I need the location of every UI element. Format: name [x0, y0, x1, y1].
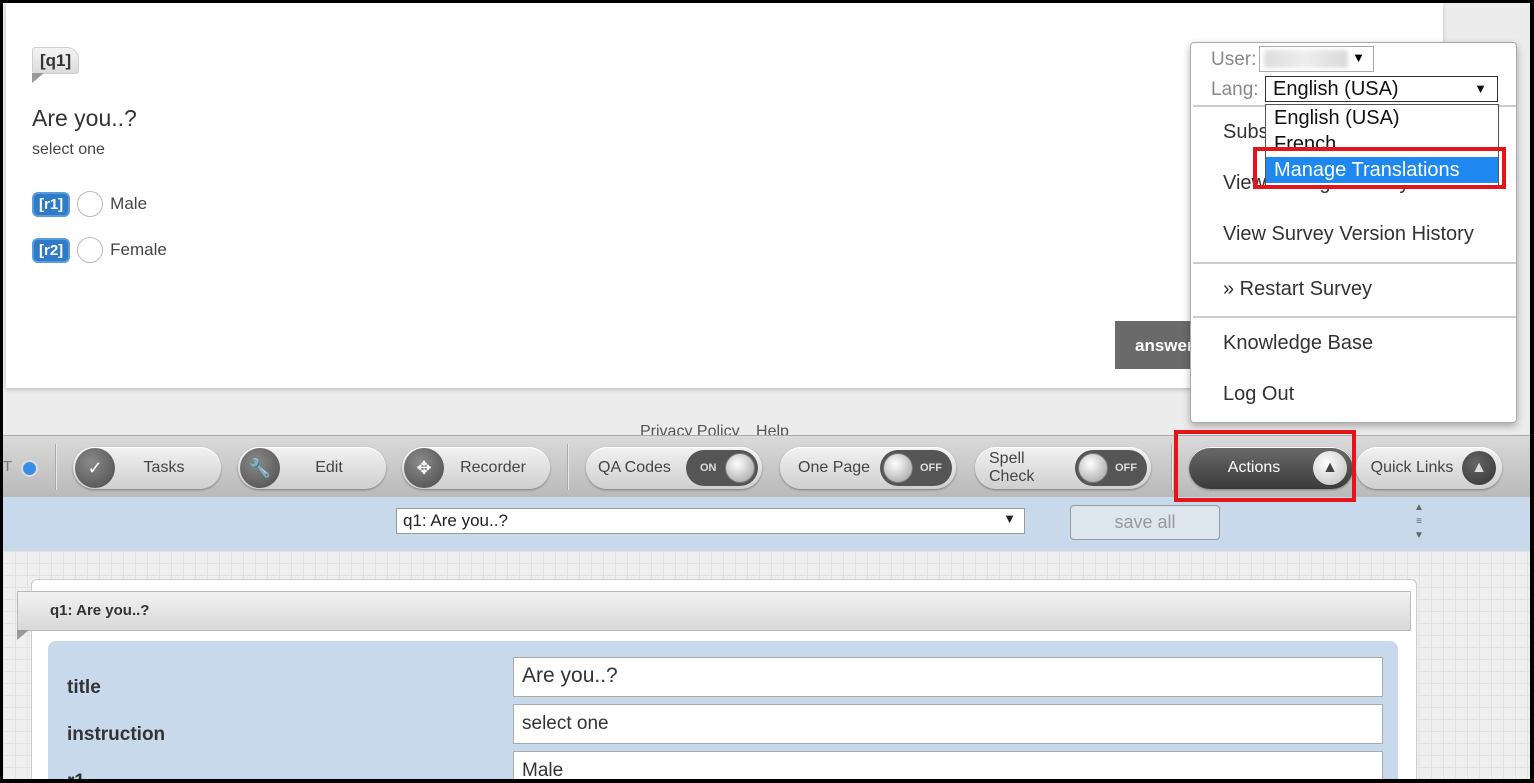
one-page-state: OFF — [920, 462, 942, 474]
checkmark-icon: ✓ — [75, 448, 115, 488]
question-instruction: select one — [32, 141, 105, 158]
scroll-grip-icon: ≡ — [1416, 516, 1422, 527]
spell-check-label: Spell Check — [989, 450, 1035, 485]
spell-check-switch[interactable]: OFF — [1075, 450, 1147, 486]
user-select[interactable]: ▼ — [1259, 46, 1374, 72]
title-field[interactable]: Are you..? — [513, 657, 1383, 697]
toolbar-divider — [567, 444, 569, 490]
spell-check-state: OFF — [1115, 462, 1137, 474]
save-all-button[interactable]: save all — [1070, 505, 1220, 540]
option-tag: [r1] — [32, 191, 71, 217]
editor-grid-area: q1: Are you..? title Are you..? instruct… — [3, 551, 1530, 779]
tasks-label: Tasks — [143, 459, 185, 476]
instruction-field[interactable]: select one — [513, 704, 1383, 744]
option-label-male: Male — [110, 194, 148, 213]
question-title: Are you..? — [32, 105, 137, 131]
redacted-username — [1264, 50, 1348, 68]
quick-links-label: Quick Links — [1370, 459, 1454, 476]
dropdown-arrow-icon: ▼ — [1003, 511, 1016, 526]
toggle-knob — [725, 453, 755, 483]
status-indicator[interactable] — [21, 460, 38, 477]
field-label-title: title — [67, 677, 101, 698]
toolbar-divider — [1171, 444, 1173, 490]
language-select[interactable]: English (USA) ▼ — [1265, 76, 1498, 102]
triangle-up-icon: ▲ — [1462, 451, 1496, 485]
qa-codes-switch[interactable]: ON — [686, 450, 758, 486]
actions-menu: User: ▼ Lang: English (USA) ▼ Subscribe … — [1190, 42, 1517, 423]
scroll-down-icon[interactable]: ▼ — [1408, 529, 1430, 543]
tasks-button[interactable]: ✓ Tasks — [73, 447, 221, 489]
wrench-icon: 🔧 — [240, 448, 280, 488]
menu-divider — [1193, 262, 1516, 264]
field-label-r1: r1 — [67, 771, 85, 779]
recorder-button[interactable]: ✥ Recorder — [402, 447, 550, 489]
edit-label: Edit — [315, 459, 343, 476]
toolbar-divider — [55, 444, 57, 490]
one-page-label: One Page — [798, 459, 871, 476]
language-option-english[interactable]: English (USA) — [1266, 105, 1498, 131]
user-label: User: — [1211, 49, 1257, 70]
qa-codes-state: ON — [700, 462, 717, 474]
option-row-male[interactable]: [r1] Male — [32, 191, 147, 217]
editor-fields: title Are you..? instruction select one … — [48, 641, 1398, 779]
one-page-switch[interactable]: OFF — [880, 450, 952, 486]
toggle-knob — [883, 453, 913, 483]
spell-check-toggle[interactable]: Spell Check OFF — [975, 447, 1151, 489]
question-selector-bar: q1: Are you..? ▼ save all ▲ ≡ ▼ — [3, 497, 1530, 551]
dropdown-arrow-icon: ▼ — [1352, 50, 1365, 65]
highlight-actions-button — [1174, 430, 1356, 502]
recorder-label: Recorder — [460, 459, 526, 476]
option-row-female[interactable]: [r2] Female — [32, 237, 167, 263]
qa-codes-label: QA Codes — [598, 459, 671, 476]
qa-codes-toggle[interactable]: QA Codes ON — [586, 447, 762, 489]
one-page-toggle[interactable]: One Page OFF — [780, 447, 956, 489]
language-select-value: English (USA) — [1273, 78, 1399, 100]
option-label-female: Female — [110, 240, 167, 259]
question-select-value: q1: Are you..? — [403, 511, 508, 530]
app-frame: [q1] Are you..? select one [r1] Male [r2… — [3, 3, 1530, 779]
question-tag: [q1] — [32, 47, 80, 83]
menu-item-version-history[interactable]: View Survey Version History — [1223, 223, 1474, 246]
arrows-icon: ✥ — [404, 448, 444, 488]
radio-button-female[interactable] — [77, 237, 104, 263]
radio-button-male[interactable] — [77, 191, 104, 217]
scroll-up-icon[interactable]: ▲ — [1408, 501, 1430, 515]
menu-item-knowledge-base[interactable]: Knowledge Base — [1223, 332, 1373, 355]
scroll-control[interactable]: ▲ ≡ ▼ — [1408, 501, 1430, 547]
highlight-manage-translations — [1253, 147, 1506, 189]
field-label-instruction: instruction — [67, 724, 166, 745]
dropdown-arrow-icon: ▼ — [1474, 81, 1487, 96]
editor-card-title: q1: Are you..? — [17, 591, 1411, 640]
toolbar-edge-label: T — [3, 458, 13, 475]
lang-label: Lang: — [1211, 79, 1259, 100]
quick-links-button[interactable]: Quick Links ▲ — [1356, 447, 1502, 489]
question-select[interactable]: q1: Are you..? ▼ — [396, 508, 1025, 534]
toggle-knob — [1078, 453, 1108, 483]
r1-field[interactable]: Male — [513, 751, 1383, 779]
menu-divider — [1193, 316, 1516, 318]
option-tag: [r2] — [32, 237, 71, 263]
edit-button[interactable]: 🔧 Edit — [238, 447, 386, 489]
menu-item-restart-survey[interactable]: » Restart Survey — [1223, 278, 1372, 301]
menu-item-log-out[interactable]: Log Out — [1223, 383, 1294, 406]
